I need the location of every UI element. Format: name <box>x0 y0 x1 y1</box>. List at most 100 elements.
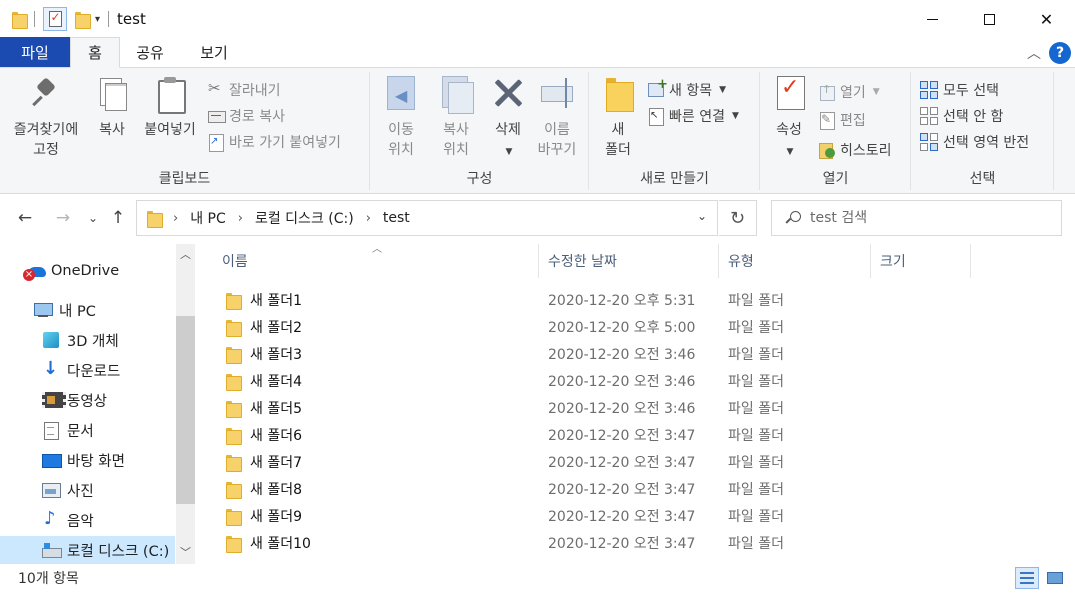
column-header-date[interactable]: 수정한 날짜 <box>538 244 718 278</box>
pin-quick-access-button[interactable]: 즐겨찾기에 고정 <box>6 76 86 160</box>
move-to-button[interactable]: 이동 위치 <box>377 76 425 160</box>
folder-icon <box>226 508 242 526</box>
column-header-size[interactable]: 크기 <box>870 244 970 278</box>
column-divider[interactable] <box>970 244 971 278</box>
rename-button[interactable]: 이름 바꾸기 <box>531 76 583 160</box>
file-type: 파일 폴더 <box>728 292 784 309</box>
file-date: 2020-12-20 오전 3:46 <box>548 346 696 363</box>
copy-button[interactable]: 복사 <box>90 76 134 140</box>
properties-button[interactable]: 속성 ▼ <box>767 76 811 162</box>
forward-button[interactable]: → <box>50 204 76 232</box>
file-date: 2020-12-20 오전 3:47 <box>548 454 696 471</box>
address-history-dropdown[interactable]: ⌄ <box>697 209 707 223</box>
delete-button[interactable]: 삭제 ▼ <box>487 76 529 162</box>
sidebar-item-documents[interactable]: 문서 <box>0 416 175 444</box>
open-icon <box>819 83 835 101</box>
tab-share[interactable]: 공유 <box>120 37 180 67</box>
table-row[interactable]: 새 폴더5 2020-12-20 오전 3:46 파일 폴더 <box>212 394 972 421</box>
sidebar-item-downloads[interactable]: 다운로드 <box>0 356 175 384</box>
history-button[interactable]: 히스토리 <box>819 138 892 162</box>
table-row[interactable]: 새 폴더10 2020-12-20 오전 3:47 파일 폴더 <box>212 529 972 556</box>
copy-path-button[interactable]: 경로 복사 <box>208 104 285 128</box>
table-row[interactable]: 새 폴더2 2020-12-20 오후 5:00 파일 폴더 <box>212 313 972 340</box>
tab-file[interactable]: 파일 <box>0 37 70 67</box>
table-row[interactable]: 새 폴더9 2020-12-20 오전 3:47 파일 폴더 <box>212 502 972 529</box>
help-button[interactable]: ? <box>1049 42 1071 64</box>
close-button[interactable]: ✕ <box>1018 0 1075 38</box>
breadcrumb-local-disk[interactable]: 로컬 디스크 (C:) <box>255 208 354 228</box>
table-row[interactable]: 새 폴더1 2020-12-20 오후 5:31 파일 폴더 <box>212 286 972 313</box>
scroll-up-icon[interactable]: ︿ <box>176 246 195 262</box>
up-button[interactable]: ↑ <box>106 204 130 232</box>
select-all-button[interactable]: 모두 선택 <box>920 78 999 102</box>
copy-icon <box>96 76 128 111</box>
chevron-right-icon[interactable]: › <box>173 211 178 226</box>
properties-quick-button[interactable] <box>43 7 67 31</box>
organize-group: 이동 위치 복사 위치 삭제 ▼ 이름 바꾸기 구성 <box>371 72 589 190</box>
edit-button[interactable]: 편집 <box>819 108 866 132</box>
open-button[interactable]: 열기 ▼ <box>819 80 880 104</box>
details-view-button[interactable] <box>1015 567 1039 589</box>
refresh-button[interactable]: ↻ <box>719 200 757 236</box>
group-label: 구성 <box>466 171 493 187</box>
copy-to-button[interactable]: 복사 위치 <box>429 76 483 160</box>
breadcrumb-test[interactable]: test <box>383 210 410 226</box>
chevron-right-icon[interactable]: › <box>238 211 243 226</box>
sidebar-item-desktop[interactable]: 바탕 화면 <box>0 446 175 474</box>
file-type: 파일 폴더 <box>728 400 784 417</box>
ribbon: 즐겨찾기에 고정 복사 붙여넣기 잘라내기 경로 복사 바로 가기 붙여넣기 클… <box>0 68 1075 194</box>
breadcrumb-pc[interactable]: 내 PC <box>190 208 226 228</box>
large-icons-view-button[interactable] <box>1043 567 1067 589</box>
onedrive-icon <box>23 263 46 281</box>
minimize-button[interactable] <box>904 0 961 38</box>
table-row[interactable]: 새 폴더8 2020-12-20 오전 3:47 파일 폴더 <box>212 475 972 502</box>
select-all-icon <box>920 81 938 99</box>
select-none-button[interactable]: 선택 안 함 <box>920 104 1003 128</box>
tab-view[interactable]: 보기 <box>180 37 248 67</box>
sidebar-item-onedrive[interactable]: OneDrive <box>0 257 175 285</box>
sidebar-item-videos[interactable]: 동영상 <box>0 386 175 414</box>
ribbon-collapse-chevron-icon[interactable]: ︿ <box>1027 43 1041 63</box>
file-name: 새 폴더9 <box>250 508 302 525</box>
back-button[interactable]: ← <box>12 204 38 232</box>
scrollbar-thumb[interactable] <box>176 316 195 504</box>
new-item-button[interactable]: 새 항목 ▼ <box>648 77 726 102</box>
navigation-scrollbar[interactable]: ︿ ﹀ <box>176 244 195 564</box>
recent-locations-button[interactable]: ⌄ <box>84 204 102 232</box>
search-input[interactable] <box>810 210 1050 226</box>
file-type: 파일 폴더 <box>728 535 784 552</box>
invert-selection-button[interactable]: 선택 영역 반전 <box>920 130 1029 154</box>
clipboard-group: 즐겨찾기에 고정 복사 붙여넣기 잘라내기 경로 복사 바로 가기 붙여넣기 클… <box>0 72 370 190</box>
sidebar-item-this-pc[interactable]: 내 PC <box>0 296 175 324</box>
tab-home[interactable]: 홈 <box>70 37 120 68</box>
table-row[interactable]: 새 폴더3 2020-12-20 오전 3:46 파일 폴더 <box>212 340 972 367</box>
sidebar-item-local-disk[interactable]: 로컬 디스크 (C:) <box>0 536 175 564</box>
new-folder-quick-button[interactable] <box>75 11 91 29</box>
table-row[interactable]: 새 폴더4 2020-12-20 오전 3:46 파일 폴더 <box>212 367 972 394</box>
column-header-name[interactable]: 이름 <box>212 244 538 278</box>
documents-icon <box>42 422 60 440</box>
file-type: 파일 폴더 <box>728 346 784 363</box>
file-type: 파일 폴더 <box>728 319 784 336</box>
new-folder-button[interactable]: 새 폴더 <box>596 76 640 160</box>
group-label: 열기 <box>822 171 849 187</box>
maximize-button[interactable] <box>961 0 1018 38</box>
chevron-right-icon[interactable]: › <box>366 211 371 226</box>
table-row[interactable]: 새 폴더6 2020-12-20 오전 3:47 파일 폴더 <box>212 421 972 448</box>
file-date: 2020-12-20 오후 5:31 <box>548 292 696 309</box>
easy-access-button[interactable]: 빠른 연결 ▼ <box>648 104 739 128</box>
scroll-down-icon[interactable]: ﹀ <box>176 544 195 560</box>
navigation-pane: OneDrive 내 PC 3D 개체 다운로드 동영상 문서 바탕 화면 사진… <box>0 244 196 564</box>
column-header-type[interactable]: 유형 <box>718 244 870 278</box>
folder-icon <box>226 454 242 472</box>
cut-button[interactable]: 잘라내기 <box>208 78 281 102</box>
paste-button[interactable]: 붙여넣기 <box>138 76 202 140</box>
sidebar-item-3d-objects[interactable]: 3D 개체 <box>0 326 175 354</box>
sidebar-item-music[interactable]: 음악 <box>0 506 175 534</box>
address-bar[interactable]: › 내 PC › 로컬 디스크 (C:) › test ⌄ <box>136 200 718 236</box>
sidebar-item-pictures[interactable]: 사진 <box>0 476 175 504</box>
folder-icon <box>226 319 242 337</box>
table-row[interactable]: 새 폴더7 2020-12-20 오전 3:47 파일 폴더 <box>212 448 972 475</box>
customize-toolbar-dropdown[interactable]: ▾ <box>95 14 100 25</box>
paste-shortcut-button[interactable]: 바로 가기 붙여넣기 <box>208 130 341 154</box>
